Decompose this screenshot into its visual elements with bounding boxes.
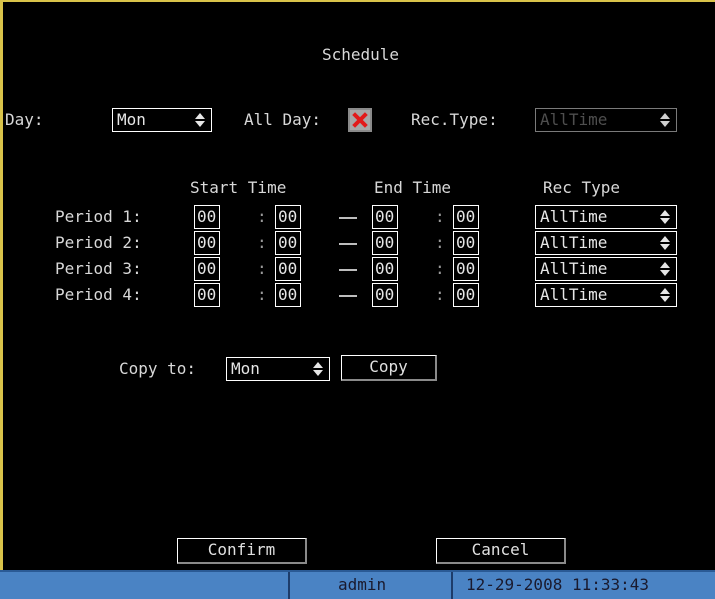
start-hour-field[interactable]: 00 (194, 231, 220, 255)
end-minute-field[interactable]: 00 (453, 231, 479, 255)
copy-target-select[interactable]: Mon (226, 357, 330, 381)
status-divider (288, 572, 290, 599)
header-rec-type: Rec Type (543, 178, 621, 197)
start-hour-value: 00 (197, 233, 217, 252)
period-rec-type-value: AllTime (540, 207, 608, 226)
copy-to-label: Copy to: (119, 359, 197, 378)
header-start-time: Start Time (190, 178, 287, 197)
period-label: Period 3: (55, 259, 142, 278)
time-separator: : (257, 233, 267, 252)
end-minute-value: 00 (456, 233, 476, 252)
start-minute-field[interactable]: 00 (275, 205, 301, 229)
start-minute-field[interactable]: 00 (275, 257, 301, 281)
header-end-time: End Time (374, 178, 452, 197)
end-minute-value: 00 (456, 207, 476, 226)
rec-type-select[interactable]: AllTime (535, 108, 677, 132)
start-hour-field[interactable]: 00 (194, 205, 220, 229)
end-minute-field[interactable]: 00 (453, 205, 479, 229)
time-separator: : (257, 285, 267, 304)
start-minute-value: 00 (278, 259, 298, 278)
end-minute-value: 00 (456, 259, 476, 278)
time-separator: : (435, 285, 445, 304)
start-hour-value: 00 (197, 285, 217, 304)
end-minute-field[interactable]: 00 (453, 283, 479, 307)
start-hour-value: 00 (197, 259, 217, 278)
end-hour-value: 00 (375, 233, 395, 252)
end-hour-field[interactable]: 00 (372, 257, 398, 281)
confirm-button[interactable]: Confirm (177, 538, 307, 564)
period-rec-type-select[interactable]: AllTime (535, 257, 677, 281)
period-rec-type-value: AllTime (540, 285, 608, 304)
day-select-value: Mon (117, 110, 146, 129)
end-hour-field[interactable]: 00 (372, 205, 398, 229)
up-down-arrows-icon (195, 113, 205, 127)
end-hour-field[interactable]: 00 (372, 283, 398, 307)
rec-type-select-value: AllTime (540, 110, 608, 129)
period-rec-type-select[interactable]: AllTime (535, 283, 677, 307)
period-label: Period 4: (55, 285, 142, 304)
period-rec-type-value: AllTime (540, 233, 608, 252)
start-minute-value: 00 (278, 233, 298, 252)
status-datetime: 12-29-2008 11:33:43 (466, 575, 650, 594)
start-hour-field[interactable]: 00 (194, 257, 220, 281)
copy-target-value: Mon (231, 359, 260, 378)
up-down-arrows-icon (660, 210, 670, 224)
cancel-button[interactable]: Cancel (436, 538, 566, 564)
start-minute-value: 00 (278, 285, 298, 304)
period-rec-type-value: AllTime (540, 259, 608, 278)
end-hour-field[interactable]: 00 (372, 231, 398, 255)
schedule-dialog: Schedule Day: Mon All Day: Rec.Type: All… (0, 0, 715, 599)
dialog-title: Schedule (321, 45, 400, 64)
time-separator: : (257, 207, 267, 226)
status-divider (451, 572, 453, 599)
time-separator: : (435, 259, 445, 278)
up-down-arrows-icon (660, 113, 670, 127)
end-hour-value: 00 (375, 285, 395, 304)
status-user: admin (338, 575, 387, 594)
start-minute-value: 00 (278, 207, 298, 226)
day-select[interactable]: Mon (112, 108, 212, 132)
up-down-arrows-icon (660, 236, 670, 250)
rec-type-label: Rec.Type: (411, 110, 498, 129)
range-dash (339, 295, 357, 297)
start-minute-field[interactable]: 00 (275, 231, 301, 255)
up-down-arrows-icon (660, 288, 670, 302)
range-dash (339, 243, 357, 245)
up-down-arrows-icon (660, 262, 670, 276)
period-label: Period 2: (55, 233, 142, 252)
time-separator: : (435, 233, 445, 252)
status-bar: admin 12-29-2008 11:33:43 (0, 570, 715, 599)
end-minute-field[interactable]: 00 (453, 257, 479, 281)
period-label: Period 1: (55, 207, 142, 226)
start-hour-field[interactable]: 00 (194, 283, 220, 307)
start-minute-field[interactable]: 00 (275, 283, 301, 307)
period-rec-type-select[interactable]: AllTime (535, 205, 677, 229)
period-rec-type-select[interactable]: AllTime (535, 231, 677, 255)
time-separator: : (435, 207, 445, 226)
up-down-arrows-icon (313, 362, 323, 376)
start-hour-value: 00 (197, 207, 217, 226)
all-day-checkbox[interactable] (348, 108, 372, 132)
range-dash (339, 269, 357, 271)
copy-button[interactable]: Copy (341, 355, 437, 381)
end-hour-value: 00 (375, 259, 395, 278)
day-label: Day: (5, 110, 44, 129)
time-separator: : (257, 259, 267, 278)
end-minute-value: 00 (456, 285, 476, 304)
end-hour-value: 00 (375, 207, 395, 226)
all-day-label: All Day: (244, 110, 322, 129)
range-dash (339, 217, 357, 219)
